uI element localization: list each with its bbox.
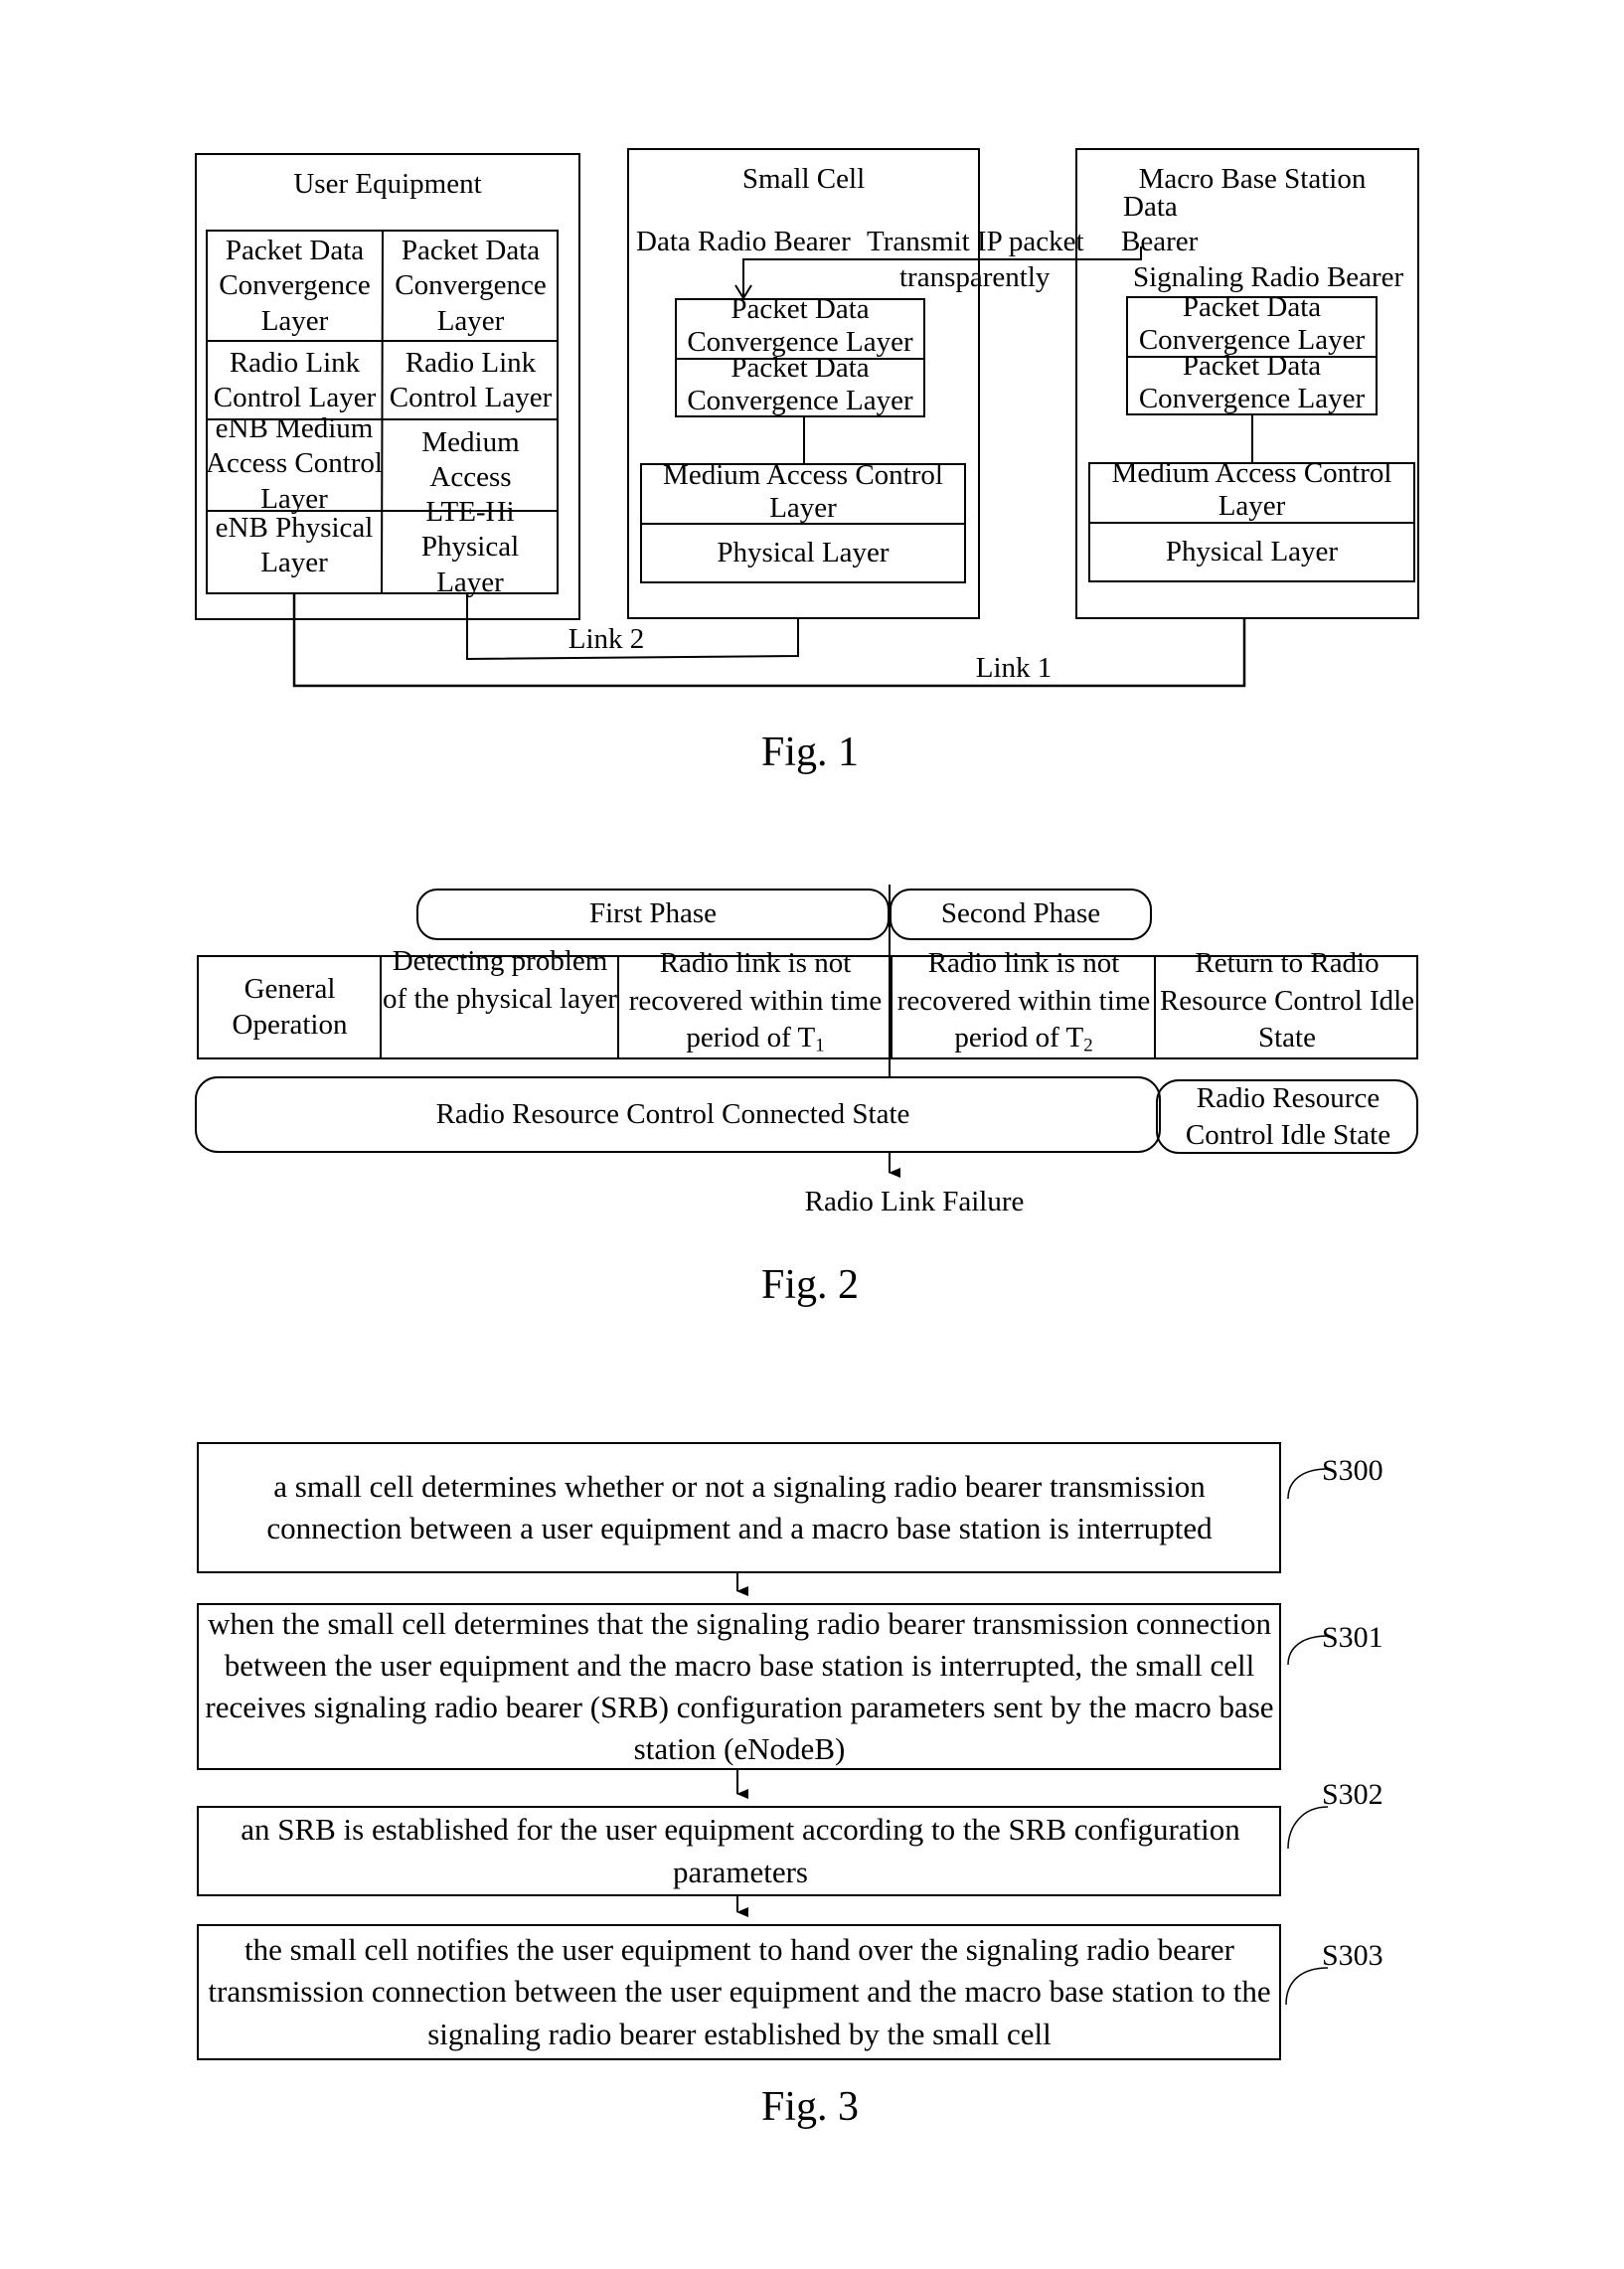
ue-pdcp-right: Packet Data Convergence Layer [395, 234, 547, 337]
ue-rlc-right: Radio Link Control Layer [389, 346, 553, 413]
t1-text: Radio link is not recovered within time … [628, 947, 883, 1054]
data-bearer-label-1: Data [1123, 191, 1178, 223]
macro-mac: Medium Access Control Layer [1111, 456, 1392, 522]
ue-mac-left: eNB Medium Access Control Layer [206, 412, 383, 515]
ue-rlc-left: Radio Link Control Layer [213, 346, 377, 413]
link-1-line [292, 593, 1246, 688]
step-s300-text: a small cell determines whether or not a… [266, 1468, 1213, 1545]
col-detecting-problem: Detecting problem of the physical layer [383, 945, 617, 1015]
ue-pdcp-left: Packet Data Convergence Layer [219, 234, 371, 337]
small-cell-pdcp-2: Packet Data Convergence Layer [687, 351, 913, 416]
connected-state-label: Radio Resource Control Connected State [435, 1097, 910, 1130]
ue-phy-right: LTE-Hi Physical Layer [420, 496, 520, 598]
macro-pdcp-2: Packet Data Convergence Layer [1138, 349, 1366, 414]
step-s301-text: when the small cell determines that the … [205, 1605, 1274, 1767]
patent-drawing-sheet: User Equipment Packet Data Convergence L… [0, 0, 1624, 2269]
second-phase-label: Second Phase [940, 897, 1101, 930]
step-s303-text: the small cell notifies the user equipme… [208, 1932, 1271, 2051]
small-cell-pdcp-1: Packet Data Convergence Layer [687, 292, 913, 358]
macro-pdcp-1: Packet Data Convergence Layer [1138, 290, 1366, 356]
data-bearer-label-2: Bearer [1121, 226, 1199, 257]
step-s302-label: S302 [1322, 1778, 1383, 1811]
step-s303-label: S303 [1322, 1939, 1383, 1972]
col-general-operation: General Operation [232, 973, 348, 1041]
t2-subscript: 2 [1083, 1036, 1093, 1057]
col-return-idle: Return to Radio Resource Control Idle St… [1159, 947, 1415, 1054]
drb-label: Data Radio Bearer [636, 226, 851, 257]
small-cell-title: Small Cell [741, 163, 866, 195]
transmit-ip-label: Transmit IP packet [867, 226, 1084, 257]
macro-phy: Physical Layer [1165, 535, 1339, 567]
col-t1-not-recovered: Radio link is not recovered within time … [620, 945, 891, 1059]
first-phase-label: First Phase [588, 897, 718, 930]
step-s300-label: S300 [1322, 1454, 1383, 1487]
fig3-caption: Fig. 3 [760, 2084, 860, 2130]
t1-subscript: 1 [815, 1036, 825, 1057]
small-cell-mac: Medium Access Control Layer [663, 458, 943, 524]
fig1-caption: Fig. 1 [760, 729, 860, 775]
ue-phy-left: eNB Physical Layer [215, 512, 374, 579]
small-cell-phy: Physical Layer [717, 536, 890, 568]
fig2-caption: Fig. 2 [760, 1262, 860, 1308]
ue-mac-right: Medium Access [421, 426, 520, 494]
ue-title: User Equipment [293, 168, 482, 200]
idle-state-label: Radio Resource Control Idle State [1185, 1082, 1391, 1151]
link-1-label: Link 1 [975, 652, 1053, 684]
col-t2-not-recovered: Radio link is not recovered within time … [893, 945, 1154, 1059]
transparently-label: transparently [899, 261, 1051, 293]
rlf-label: Radio Link Failure [804, 1186, 1025, 1217]
step-s302-text: an SRB is established for the user equip… [241, 1812, 1240, 1889]
step-s301-label: S301 [1322, 1621, 1383, 1654]
t2-text: Radio link is not recovered within time … [896, 947, 1151, 1054]
link-2-label: Link 2 [568, 623, 645, 655]
